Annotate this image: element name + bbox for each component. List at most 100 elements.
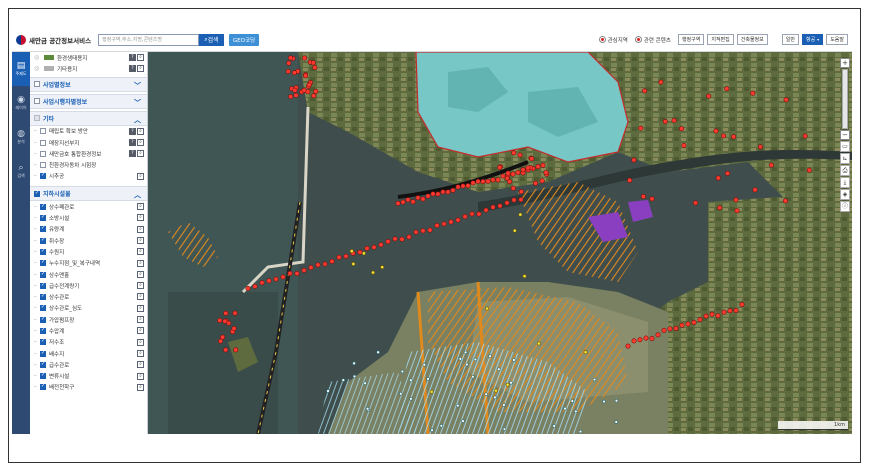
map-marker[interactable] [223,310,229,316]
map-marker[interactable] [490,204,496,210]
map-marker[interactable] [293,92,299,98]
map-marker[interactable] [691,320,697,326]
map-marker[interactable] [574,409,578,414]
map-marker[interactable] [661,327,667,333]
map-marker[interactable] [352,374,357,379]
map-marker[interactable] [535,164,541,170]
map-marker[interactable] [518,212,523,217]
map-marker[interactable] [540,162,546,168]
map-marker[interactable] [731,134,737,140]
map-marker[interactable] [429,389,434,394]
map-marker[interactable] [361,251,366,256]
map-marker[interactable] [245,285,251,291]
map-marker[interactable] [341,378,345,382]
cadastral-button[interactable]: 지적편집 [707,34,734,45]
rail-item-layer[interactable]: ◉ 레이어 [12,86,30,120]
map-marker[interactable] [285,68,291,74]
search-icon[interactable]: ⌕ [137,65,144,73]
map-marker[interactable] [782,198,788,204]
map-marker[interactable] [415,195,421,201]
underground-layer-item[interactable]: –상수폐관로⌕ [30,201,147,212]
map-marker[interactable] [380,265,385,270]
chevron-up-icon[interactable]: ︿ [134,190,141,200]
measure-icon[interactable]: ⊾ [840,153,850,164]
info-icon[interactable]: ⓘ [840,201,850,212]
map-marker[interactable] [302,55,308,61]
underground-layer-item[interactable]: –급수전계량기⌕ [30,280,147,291]
map-marker[interactable] [614,399,619,403]
section-underground-facilities[interactable]: 지하시설물 ︿ [30,186,147,202]
map-marker[interactable] [406,234,412,240]
section-business-info[interactable]: 사업별정보 ﹀ [30,76,147,92]
help-icon[interactable]: ? [129,65,136,73]
underground-layer-item[interactable]: –상수맨홀⌕ [30,269,147,280]
search-icon[interactable]: ⌕ [137,214,144,222]
download-icon[interactable]: ⤓ [840,177,850,188]
map-marker[interactable] [470,180,476,186]
map-marker[interactable] [637,337,643,343]
map-marker[interactable] [750,90,756,96]
search-icon[interactable]: ⌕ [137,338,144,346]
map-marker[interactable] [511,150,517,156]
map-marker[interactable] [713,128,719,134]
underground-layer-item[interactable]: –배수지⌕ [30,348,147,359]
search-icon[interactable]: ⌕ [137,225,144,233]
zoom-in-button[interactable]: + [840,58,850,68]
map-marker[interactable] [721,309,727,315]
eye-icon[interactable]: ◎ [34,54,42,61]
map-marker[interactable] [450,187,456,193]
map-marker[interactable] [602,399,606,404]
map-marker[interactable] [511,197,517,203]
map-marker[interactable] [488,354,492,358]
app-logo[interactable]: 새만금 공간정보서비스 [16,34,98,45]
underground-layer-item[interactable]: –수원지⌕ [30,246,147,257]
map-marker[interactable] [273,276,279,282]
layer-checkbox[interactable] [40,327,46,334]
section-checkbox[interactable] [34,115,40,122]
search-icon[interactable]: ⌕ [137,259,144,267]
map-marker[interactable] [525,165,531,171]
map-marker[interactable] [286,60,292,66]
search-icon[interactable]: ⌕ [137,54,144,61]
map-marker[interactable] [266,278,272,284]
map-marker[interactable] [642,88,648,94]
map-marker[interactable] [455,217,461,223]
layer-item[interactable]: – 친환경자동차 시험장 [30,159,147,170]
map-marker[interactable] [640,194,646,200]
map-marker[interactable] [480,179,486,185]
layer-checkbox[interactable] [40,150,46,157]
map-marker[interactable] [715,175,721,181]
map-marker[interactable] [329,258,335,264]
zoom-out-button[interactable]: − [840,130,850,140]
map-marker[interactable] [461,419,465,423]
help-icon[interactable]: ? [129,127,136,135]
map-marker[interactable] [563,406,567,411]
chevron-up-icon[interactable]: ︿ [134,115,141,125]
map-marker[interactable] [614,420,618,424]
legend-item-eco[interactable]: ◎ 환경생태용지 ? ⌕ [30,52,147,63]
map-marker[interactable] [280,274,286,280]
map-marker[interactable] [679,126,685,132]
layer-checkbox[interactable] [40,350,46,357]
location-icon[interactable]: ◈ [840,189,850,200]
map-marker[interactable] [469,211,475,217]
map-marker[interactable] [311,93,317,99]
layer-checkbox[interactable] [40,304,46,312]
map-marker[interactable] [721,133,727,139]
search-icon[interactable]: ⌕ [137,304,144,312]
underground-layer-item[interactable]: –배전천학구⌕ [30,382,147,393]
map-marker[interactable] [497,367,501,371]
map-marker[interactable] [671,117,677,123]
map-marker[interactable] [504,200,510,206]
layer-item[interactable]: – 매립토 확보 방안? ⌕ [30,126,147,137]
search-icon[interactable]: ⌕ [137,172,144,180]
map-marker[interactable] [806,167,812,173]
map-marker[interactable] [484,392,488,396]
map-marker[interactable] [592,377,597,382]
related-content-radio[interactable]: 관련 콘텐츠 [634,36,671,44]
map-marker[interactable] [727,308,733,314]
map-marker[interactable] [543,170,549,176]
map-marker[interactable] [752,187,758,193]
map-marker[interactable] [783,97,789,103]
map-marker[interactable] [434,222,440,228]
